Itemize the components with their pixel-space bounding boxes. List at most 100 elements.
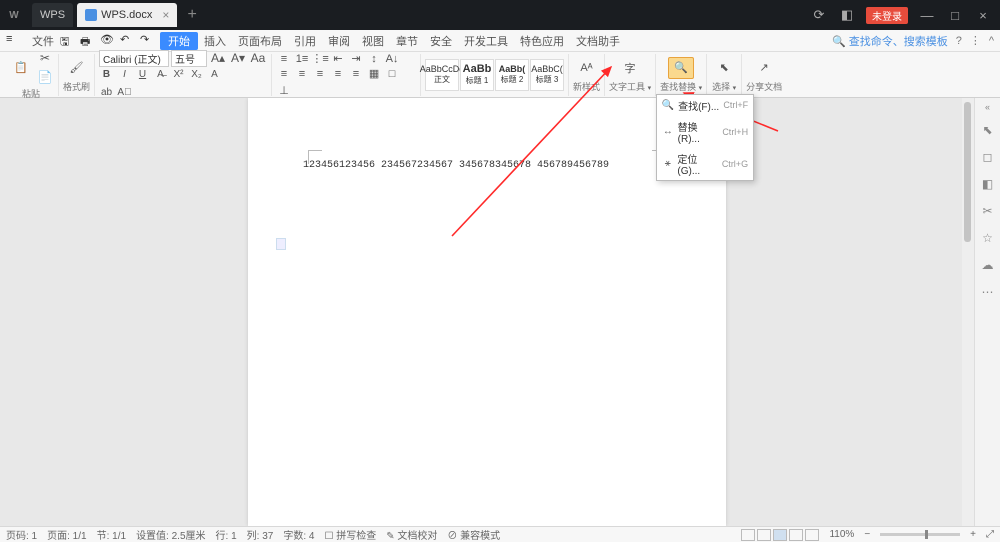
style-heading1[interactable]: AaBb标题 1 — [460, 59, 494, 91]
cut-button[interactable]: ✂ — [36, 49, 54, 67]
paste-button[interactable]: 📋 — [8, 57, 34, 79]
sort-icon[interactable]: A↓ — [384, 51, 400, 66]
menu-review[interactable]: 审阅 — [322, 33, 356, 49]
style-normal[interactable]: AaBbCcDd正文 — [425, 59, 459, 91]
sidebar-clip-icon[interactable]: ✂ — [979, 202, 997, 220]
change-case-icon[interactable]: Aa — [249, 49, 267, 67]
login-button[interactable]: 未登录 — [866, 7, 908, 24]
save-icon[interactable]: 🖫 — [60, 33, 76, 49]
multilevel-icon[interactable]: ⋮≡ — [312, 51, 328, 66]
line-spacing-icon[interactable]: ↕ — [366, 51, 382, 66]
more-icon[interactable]: ⋮ — [970, 34, 981, 47]
page[interactable]: 123456123456 234567234567 345678345678 4… — [248, 98, 726, 526]
menu-references[interactable]: 引用 — [288, 33, 322, 49]
menu-start[interactable]: 开始 — [160, 32, 198, 50]
close-tab-icon[interactable]: × — [162, 8, 169, 22]
sidebar-cloud-icon[interactable]: ☁ — [979, 256, 997, 274]
new-style-button[interactable]: Aᴬ — [574, 57, 600, 79]
minimize-button[interactable]: — — [918, 8, 936, 23]
view-outline-icon[interactable] — [789, 529, 803, 541]
status-chars[interactable]: 字数: 4 — [283, 527, 314, 542]
style-heading2[interactable]: AaBb(标题 2 — [495, 59, 529, 91]
status-position[interactable]: 设置值: 2.5厘米 — [136, 527, 205, 542]
decrease-indent-icon[interactable]: ⇤ — [330, 51, 346, 66]
print-icon[interactable]: 🖶 — [80, 33, 96, 49]
font-name-select[interactable]: Calibri (正文) — [99, 50, 169, 67]
sidebar-style-icon[interactable]: ◧ — [979, 175, 997, 193]
text-tools-button[interactable]: 字 — [617, 57, 643, 79]
dropdown-find[interactable]: 🔍 查找(F)... Ctrl+F — [657, 95, 753, 116]
vertical-scrollbar[interactable] — [962, 98, 974, 526]
menu-security[interactable]: 安全 — [424, 33, 458, 49]
underline-icon[interactable]: U — [135, 67, 150, 82]
bullets-icon[interactable]: ≡ — [276, 51, 292, 66]
view-read-icon[interactable] — [757, 529, 771, 541]
sidebar-star-icon[interactable]: ☆ — [979, 229, 997, 247]
file-menu[interactable]: 文件 — [26, 33, 60, 49]
align-center-icon[interactable]: ≡ — [294, 66, 310, 81]
zoom-knob[interactable] — [925, 530, 928, 539]
menu-assistant[interactable]: 文档助手 — [570, 33, 626, 49]
find-replace-button[interactable]: 🔍 — [668, 57, 694, 79]
status-col[interactable]: 列: 37 — [247, 527, 274, 542]
style-heading3[interactable]: AaBbC(标题 3 — [530, 59, 564, 91]
sidebar-shape-icon[interactable]: ◻ — [979, 148, 997, 166]
bold-icon[interactable]: B — [99, 67, 114, 82]
skin-icon[interactable]: ◧ — [838, 7, 856, 23]
status-line[interactable]: 行: 1 — [216, 527, 237, 542]
menu-view[interactable]: 视图 — [356, 33, 390, 49]
document-text[interactable]: 123456123456 234567234567 345678345678 4… — [248, 98, 726, 233]
search-prompt[interactable]: 🔍 查找命令、搜索模板 — [832, 33, 948, 49]
menu-features[interactable]: 特色应用 — [514, 33, 570, 49]
help-icon[interactable]: ? — [956, 35, 962, 47]
grow-font-icon[interactable]: A▴ — [209, 49, 227, 67]
sidebar-more-icon[interactable]: ⋯ — [979, 283, 997, 301]
menu-layout[interactable]: 页面布局 — [232, 33, 288, 49]
align-left-icon[interactable]: ≡ — [276, 66, 292, 81]
sidebar-collapse-icon[interactable]: « — [985, 102, 990, 112]
distribute-icon[interactable]: ≡ — [348, 66, 364, 81]
new-tab-button[interactable]: + — [187, 6, 196, 24]
format-painter-button[interactable]: 🖌 — [64, 57, 90, 79]
document-tab[interactable]: WPS.docx × — [77, 3, 177, 27]
menu-insert[interactable]: 插入 — [198, 33, 232, 49]
status-compat[interactable]: ⊘ 兼容模式 — [447, 527, 500, 542]
zoom-percent[interactable]: 110% — [829, 529, 854, 540]
tabstop-icon[interactable]: ⊥ — [276, 83, 292, 98]
status-section[interactable]: 节: 1/1 — [97, 527, 126, 542]
view-fullscreen-icon[interactable] — [805, 529, 819, 541]
status-pages[interactable]: 页面: 1/1 — [47, 527, 86, 542]
app-tab[interactable]: WPS — [32, 3, 73, 27]
zoom-in-button[interactable]: + — [970, 529, 976, 540]
shrink-font-icon[interactable]: A▾ — [229, 49, 247, 67]
menu-section[interactable]: 章节 — [390, 33, 424, 49]
numbering-icon[interactable]: 1≡ — [294, 51, 310, 66]
preview-icon[interactable]: 👁 — [100, 33, 116, 49]
superscript-icon[interactable]: X² — [171, 67, 186, 82]
increase-indent-icon[interactable]: ⇥ — [348, 51, 364, 66]
close-window-button[interactable]: × — [974, 8, 992, 23]
collapse-ribbon-icon[interactable]: ^ — [989, 35, 994, 47]
paragraph-tag-icon[interactable] — [276, 238, 286, 250]
maximize-button[interactable]: □ — [946, 8, 964, 23]
status-doccheck[interactable]: ✎ 文档校对 — [386, 527, 437, 542]
borders-icon[interactable]: □ — [384, 66, 400, 81]
select-button[interactable]: ⬉ — [711, 57, 737, 79]
view-print-icon[interactable] — [741, 529, 755, 541]
status-spellcheck[interactable]: ☐ 拼写检查 — [324, 527, 376, 542]
italic-icon[interactable]: I — [117, 67, 132, 82]
share-button[interactable]: ↗ — [751, 57, 777, 79]
justify-icon[interactable]: ≡ — [330, 66, 346, 81]
zoom-out-button[interactable]: − — [864, 529, 870, 540]
dropdown-replace[interactable]: ↔ 替换(R)... Ctrl+H — [657, 116, 753, 148]
strike-icon[interactable]: A̶ — [153, 67, 168, 82]
zoom-slider[interactable] — [880, 533, 960, 536]
menu-devtools[interactable]: 开发工具 — [458, 33, 514, 49]
shading-icon[interactable]: ▦ — [366, 66, 382, 81]
sidebar-select-icon[interactable]: ⬉ — [979, 121, 997, 139]
dropdown-goto[interactable]: ⚹ 定位(G)... Ctrl+G — [657, 148, 753, 180]
zoom-fit-button[interactable]: ⤢ — [986, 529, 994, 540]
copy-button[interactable]: 📄 — [36, 68, 54, 86]
font-size-select[interactable]: 五号 — [171, 50, 207, 67]
redo-icon[interactable]: ↷ — [140, 33, 156, 49]
